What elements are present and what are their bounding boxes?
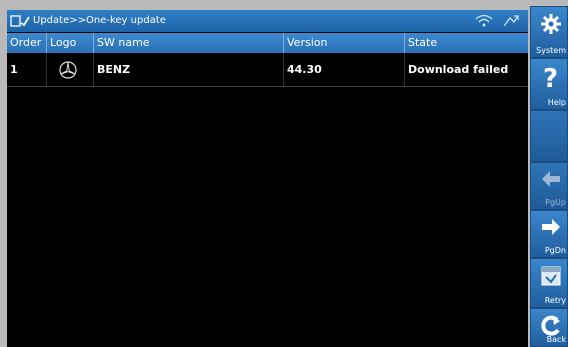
- back-button[interactable]: Back: [530, 308, 568, 347]
- column-header-version: Version: [284, 33, 405, 53]
- update-app-icon: [10, 15, 30, 27]
- pgdn-button[interactable]: PgDn: [530, 210, 568, 258]
- back-label: Back: [546, 335, 566, 344]
- system-label: System: [536, 46, 566, 55]
- retry-icon: [541, 266, 561, 286]
- svg-text:?: ?: [543, 65, 558, 91]
- help-icon: ?: [543, 65, 558, 91]
- help-label: Help: [547, 98, 566, 107]
- table-row[interactable]: 1 BENZ 44.30 Download failed: [7, 54, 528, 87]
- order-cell: 1: [7, 54, 47, 86]
- title-bar: Update>>One-key update: [7, 10, 528, 32]
- sw-name-cell: BENZ: [94, 54, 284, 86]
- connection-icon: [503, 15, 519, 27]
- retry-button[interactable]: Retry: [530, 258, 568, 308]
- state-cell: Download failed: [408, 63, 509, 76]
- pgup-label: PgUp: [545, 198, 566, 207]
- arrow-left-icon: [542, 171, 560, 187]
- logo-cell: [47, 54, 94, 86]
- column-header-sw-name: SW name: [94, 33, 284, 53]
- table-header: Order Logo SW name Version State: [7, 33, 528, 53]
- retry-label: Retry: [544, 296, 566, 305]
- pgdn-label: PgDn: [544, 246, 566, 255]
- column-header-state: State: [408, 36, 438, 49]
- system-button[interactable]: System: [530, 6, 568, 58]
- main-screen: Update>>One-key update Order Logo SW nam…: [7, 10, 528, 347]
- column-header-order: Order: [7, 33, 47, 53]
- column-header-logo: Logo: [47, 33, 94, 53]
- back-icon: [541, 315, 560, 336]
- wifi-icon: [475, 14, 493, 27]
- pgup-button[interactable]: PgUp: [530, 162, 568, 210]
- empty-toolbar-slot: [530, 110, 568, 162]
- help-button[interactable]: ? Help: [530, 58, 568, 110]
- right-toolbar: System ? Help PgUp PgDn Retry Back: [530, 6, 568, 347]
- gear-icon: [541, 14, 561, 34]
- mercedes-benz-logo-icon: [59, 61, 77, 79]
- page-title: Update>>One-key update: [33, 15, 166, 26]
- arrow-right-icon: [542, 219, 560, 235]
- version-cell: 44.30: [284, 54, 405, 86]
